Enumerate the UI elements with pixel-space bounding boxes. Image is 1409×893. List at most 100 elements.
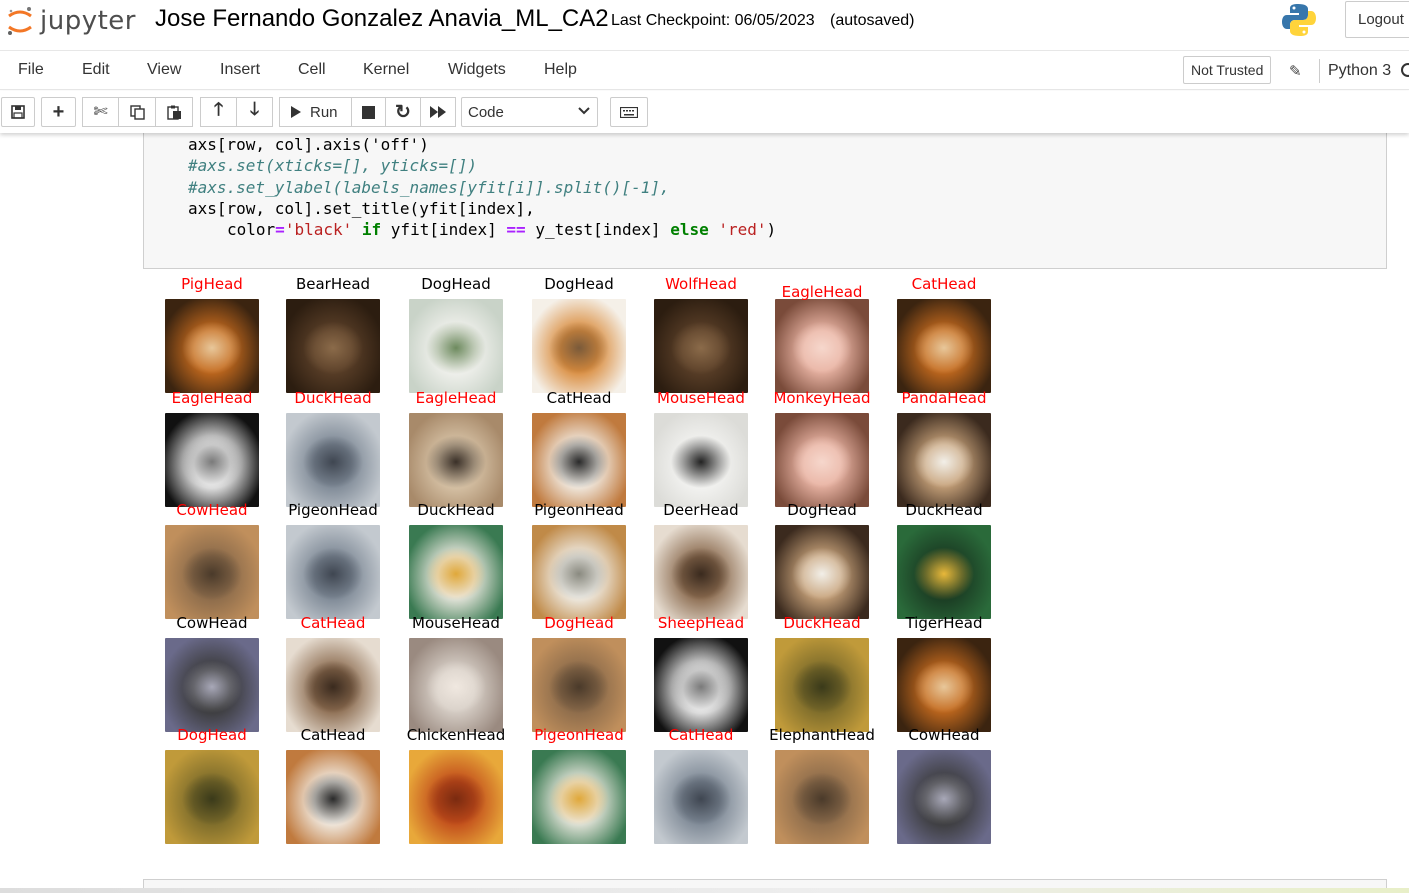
prediction-label: DuckHead (294, 389, 372, 407)
animal-thumbnail (654, 638, 748, 732)
cut-button[interactable]: ✄ (82, 97, 119, 127)
code-token: = (275, 220, 285, 239)
insert-cell-button[interactable]: + (41, 97, 76, 127)
python-logo-icon (1282, 4, 1316, 36)
menu-view[interactable]: View (147, 61, 181, 79)
prediction-label: DogHead (421, 275, 491, 293)
prediction-label: ChickenHead (406, 726, 506, 744)
save-button[interactable] (1, 97, 35, 127)
cell-type-value: Code (468, 104, 504, 121)
stop-icon (362, 105, 375, 119)
keyboard-icon (620, 106, 638, 118)
animal-thumbnail (165, 299, 259, 393)
code-token: axs[row, col].axis('off') (188, 135, 429, 154)
edit-pencil-icon[interactable]: ✎ (1289, 62, 1302, 80)
fast-forward-icon (430, 106, 446, 118)
code-token: 'red' (718, 220, 767, 239)
animal-thumbnail (897, 299, 991, 393)
prediction-label: SheepHead (657, 614, 745, 632)
prediction-label: EagleHead (781, 283, 863, 301)
prediction-label: CatHead (546, 389, 612, 407)
restart-run-all-button[interactable] (420, 97, 456, 127)
menu-help[interactable]: Help (544, 61, 577, 79)
code-token: == (506, 220, 526, 239)
menu-kernel[interactable]: Kernel (363, 61, 409, 79)
logout-button[interactable]: Logout (1345, 1, 1409, 38)
move-up-button[interactable]: 🡑 (200, 97, 237, 127)
animal-thumbnail (654, 299, 748, 393)
code-line[interactable]: axs[row, col].axis('off') (188, 135, 429, 154)
prediction-label: DeerHead (663, 501, 739, 519)
run-button[interactable]: Run (279, 97, 352, 127)
horizontal-scrollbar[interactable] (0, 888, 1409, 893)
code-line[interactable]: axs[row, col].set_title(yfit[index], (188, 199, 535, 218)
menubar: File Edit View Insert Cell Kernel Widget… (0, 50, 1409, 90)
prediction-label: PigeonHead (534, 501, 624, 519)
notebook-container[interactable]: axs[row, col].axis('off') #axs.set(xtick… (0, 133, 1409, 893)
prediction-label: DogHead (787, 501, 857, 519)
code-cell[interactable]: axs[row, col].axis('off') #axs.set(xtick… (143, 133, 1387, 269)
menu-edit[interactable]: Edit (82, 61, 110, 79)
animal-thumbnail (897, 413, 991, 507)
move-down-button[interactable]: 🡓 (236, 97, 273, 127)
prediction-label: EagleHead (171, 389, 253, 407)
interrupt-kernel-button[interactable] (351, 97, 386, 127)
code-line[interactable]: #axs.set(xticks=[], yticks=[]) (188, 156, 477, 175)
menubar-divider (1319, 59, 1320, 83)
jupyter-logo[interactable]: jupyter (6, 4, 136, 38)
plus-icon: + (52, 101, 65, 123)
code-token: axs[row, col].set_title(yfit[index], (188, 199, 535, 218)
animal-thumbnail (654, 750, 748, 844)
notebook-title[interactable]: Jose Fernando Gonzalez Anavia_ML_CA2 (155, 5, 609, 33)
paste-button[interactable] (155, 97, 193, 127)
animal-thumbnail (897, 638, 991, 732)
copy-button[interactable] (118, 97, 156, 127)
restart-kernel-button[interactable]: ↻ (385, 97, 421, 127)
prediction-label: MouseHead (657, 389, 745, 407)
animal-thumbnail (897, 525, 991, 619)
prediction-label: DogHead (177, 726, 247, 744)
animal-thumbnail (165, 525, 259, 619)
run-icon (291, 106, 301, 118)
code-line[interactable]: #axs.set_ylabel(labels_names[yfit[i]].sp… (188, 178, 670, 197)
output-area: PigHead BearHead DogHead DogHead WolfHead Eag… (143, 273, 1013, 873)
code-token: color='black' if yfit[index] == y_test[i… (227, 220, 776, 239)
animal-thumbnail (775, 525, 869, 619)
menu-insert[interactable]: Insert (220, 61, 260, 79)
autosave-status: (autosaved) (830, 12, 915, 29)
animal-thumbnail (165, 750, 259, 844)
code-token: else (670, 220, 709, 239)
copy-icon (129, 104, 145, 120)
code-token: y_test[index] (535, 220, 661, 239)
chevron-down-icon (578, 107, 590, 115)
menu-widgets[interactable]: Widgets (448, 61, 506, 79)
animal-thumbnail (532, 525, 626, 619)
save-icon (11, 105, 25, 119)
jupyter-logo-text: jupyter (40, 6, 136, 36)
code-token: ) (766, 220, 777, 239)
animal-thumbnail (286, 638, 380, 732)
kernel-name[interactable]: Python 3 (1328, 62, 1391, 80)
command-palette-button[interactable] (610, 97, 648, 127)
not-trusted-button[interactable]: Not Trusted (1183, 56, 1272, 84)
notebook-header: jupyter Jose Fernando Gonzalez Anavia_ML… (0, 0, 1409, 50)
prediction-label: ElephantHead (769, 726, 875, 744)
code-token: yfit[index] (390, 220, 497, 239)
animal-thumbnail (532, 638, 626, 732)
prediction-label: DuckHead (905, 501, 983, 519)
prediction-label: PigeonHead (288, 501, 378, 519)
menu-cell[interactable]: Cell (298, 61, 326, 79)
cell-type-select[interactable]: Code (461, 97, 598, 127)
code-token: if (361, 220, 382, 239)
prediction-label: CatHead (911, 275, 977, 293)
arrow-up-icon: 🡑 (213, 99, 224, 119)
prediction-label: PandaHead (901, 389, 987, 407)
code-line[interactable]: color='black' if yfit[index] == y_test[i… (227, 220, 776, 239)
checkpoint-status: Last Checkpoint: 06/05/2023 (611, 12, 815, 29)
animal-thumbnail (286, 525, 380, 619)
toolbar: + ✄ 🡑 🡓 Run ↻ Code (0, 91, 1409, 133)
menu-file[interactable]: File (18, 61, 44, 79)
